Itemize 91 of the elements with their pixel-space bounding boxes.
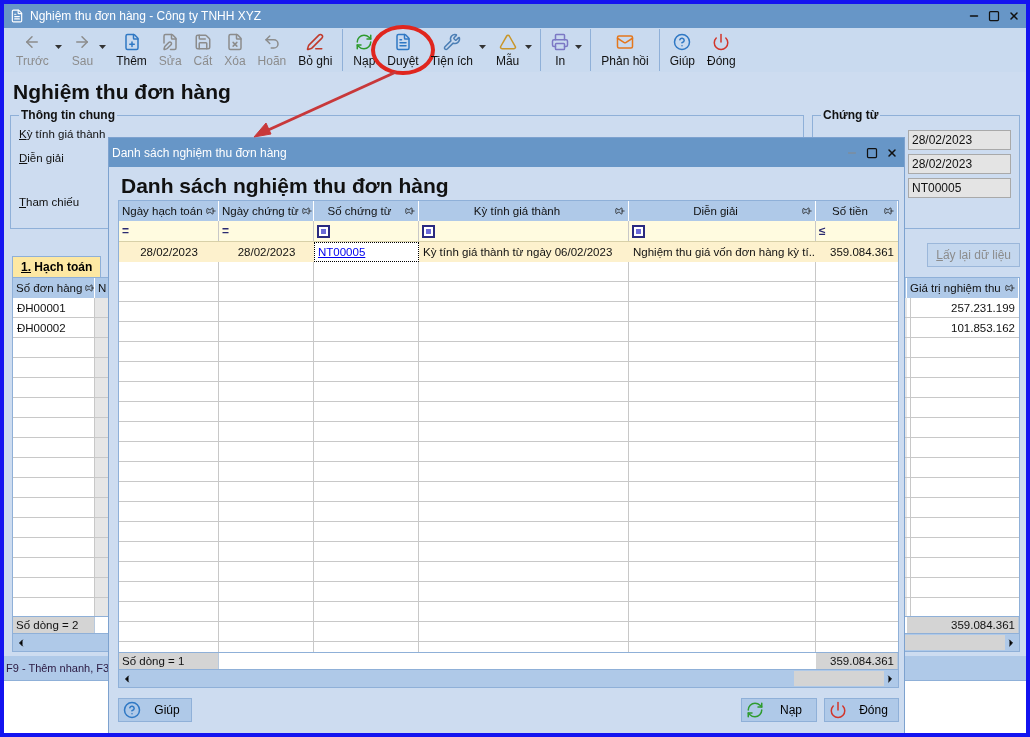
table-row[interactable]: 28/02/2023 28/02/2023 NT00005 Kỳ tính giá thành từ ngày 06/02/2023 Nghiệm thu giá vốn đơn hàng kỳ tí.. 359.084.361 <box>119 242 898 262</box>
dialog-button[interactable]: Đóng <box>824 698 899 722</box>
row-count: Số dòng = 2 <box>13 617 95 633</box>
help-icon <box>123 701 141 719</box>
pin-icon[interactable] <box>301 206 312 216</box>
dialog-title: Danh sách nghiệm thu đơn hàng <box>112 145 288 160</box>
readonly-field[interactable]: 28/02/2023 <box>908 130 1011 150</box>
window-title: Nghiệm thu đơn hàng - Công ty TNHH XYZ <box>30 9 263 23</box>
total-value: 359.084.361 <box>816 653 898 669</box>
save-icon <box>193 32 212 51</box>
toolbar-button[interactable]: In <box>545 29 576 71</box>
scrollbar-thumb[interactable] <box>794 671 884 686</box>
pin-icon[interactable] <box>205 206 216 216</box>
envelope-icon <box>616 32 634 51</box>
dropdown-caret-icon[interactable] <box>478 45 486 49</box>
field-label: Tham chiếu <box>19 196 80 210</box>
edit-document-icon <box>161 32 180 51</box>
close-icon[interactable] <box>1008 10 1020 22</box>
status-text: F9 - Thêm nhanh, F3 <box>6 662 110 674</box>
maximize-icon[interactable] <box>988 10 1000 22</box>
toolbar-button[interactable]: Nạp <box>347 29 382 71</box>
tools-icon <box>442 32 461 51</box>
table-cell-text: 28/02/2023 <box>139 245 199 260</box>
table-cell-text: Kỳ tính giá thành từ ngày 06/02/2023 <box>422 245 614 260</box>
column-header[interactable]: Kỳ tính giá thành <box>419 201 629 221</box>
pin-icon[interactable] <box>884 206 894 216</box>
document-icon <box>394 32 412 51</box>
column-header[interactable]: Ngày hạch toán <box>119 201 219 221</box>
refresh-icon <box>746 701 764 719</box>
table-cell-text: ĐH00002 <box>16 321 67 336</box>
table-cell-text: 28/02/2023 <box>236 245 297 260</box>
readonly-field[interactable]: 28/02/2023 <box>908 154 1011 174</box>
toolbar-button[interactable]: Duyệt <box>381 29 425 71</box>
row-count: Số dòng = 1 <box>119 653 219 669</box>
toolbar-button[interactable]: Tiện ích <box>424 29 479 71</box>
table-cell-text: 359.084.361 <box>829 245 895 260</box>
toolbar-button[interactable]: Giúp <box>663 29 702 71</box>
filter-square-icon[interactable] <box>422 224 435 238</box>
help-icon <box>673 32 692 51</box>
table-cell-text: Nghiệm thu giá vốn đơn hàng kỳ tí.. <box>632 245 816 260</box>
pin-icon[interactable] <box>1005 283 1015 293</box>
toolbar-button[interactable]: Phản hồi <box>595 29 655 71</box>
field-label: Diễn giải <box>19 152 64 166</box>
group-title: Chứng từ <box>822 108 880 122</box>
delete-document-icon <box>225 32 244 51</box>
pin-icon[interactable] <box>802 206 812 216</box>
tab[interactable]: 1. Hạch toán <box>12 256 102 277</box>
readonly-field[interactable]: NT00005 <box>908 178 1011 198</box>
column-header[interactable]: Ngày chứng từ <box>219 201 314 221</box>
horizontal-scrollbar[interactable] <box>119 669 898 687</box>
column-header[interactable]: Số tiền <box>816 201 898 221</box>
new-document-icon <box>122 32 141 51</box>
field-label: Kỳ tính giá thành <box>19 128 106 142</box>
page-title: Nghiệm thu đơn hàng <box>13 80 232 104</box>
dialog-button[interactable]: Nạp <box>741 698 817 722</box>
dialog-button[interactable]: Giúp <box>118 698 192 722</box>
total-value: 359.084.361 <box>907 617 1019 633</box>
maximize-icon[interactable] <box>866 146 878 159</box>
pin-icon[interactable] <box>405 206 415 216</box>
filter-square-icon[interactable] <box>317 224 330 238</box>
column-header[interactable]: Số chứng từ <box>314 201 419 221</box>
toolbar-button[interactable]: Thêm <box>110 29 153 71</box>
filter-operator[interactable]: = <box>122 224 129 238</box>
table-cell-text: 257.231.199 <box>950 301 1016 316</box>
dialog-heading: Danh sách nghiệm thu đơn hàng <box>121 174 450 198</box>
table-cell-text: 101.853.162 <box>950 321 1016 336</box>
pen-icon <box>306 32 325 51</box>
toolbar-button[interactable]: Bỏ ghi <box>292 29 339 71</box>
voucher-link[interactable]: NT00005 <box>314 242 419 262</box>
filter-square-icon[interactable] <box>632 224 645 238</box>
power-icon <box>712 32 731 51</box>
close-icon[interactable] <box>886 146 898 159</box>
pin-icon[interactable] <box>615 206 625 216</box>
refresh-icon <box>355 32 374 51</box>
dropdown-caret-icon[interactable] <box>525 45 533 49</box>
group-title: Thông tin chung <box>20 108 116 122</box>
undo-icon <box>262 32 281 51</box>
dropdown-caret-icon[interactable] <box>575 45 583 49</box>
document-icon <box>10 9 24 23</box>
power-icon <box>829 701 847 719</box>
filter-operator[interactable]: ≤ <box>819 224 826 238</box>
column-header[interactable]: Diễn giải <box>629 201 816 221</box>
toolbar-button[interactable]: Đóng <box>701 29 742 71</box>
table-cell-text: ĐH00001 <box>16 301 67 316</box>
scrollbar-thumb[interactable] <box>905 635 1005 650</box>
toolbar-button[interactable]: Mẫu <box>489 29 526 71</box>
pin-icon[interactable] <box>85 283 94 293</box>
filter-operator[interactable]: = <box>222 224 229 238</box>
column-header[interactable]: Giá trị nghiệm thu <box>907 278 1019 298</box>
printer-icon <box>551 32 570 51</box>
column-header[interactable]: Số đơn hàng <box>13 278 95 298</box>
